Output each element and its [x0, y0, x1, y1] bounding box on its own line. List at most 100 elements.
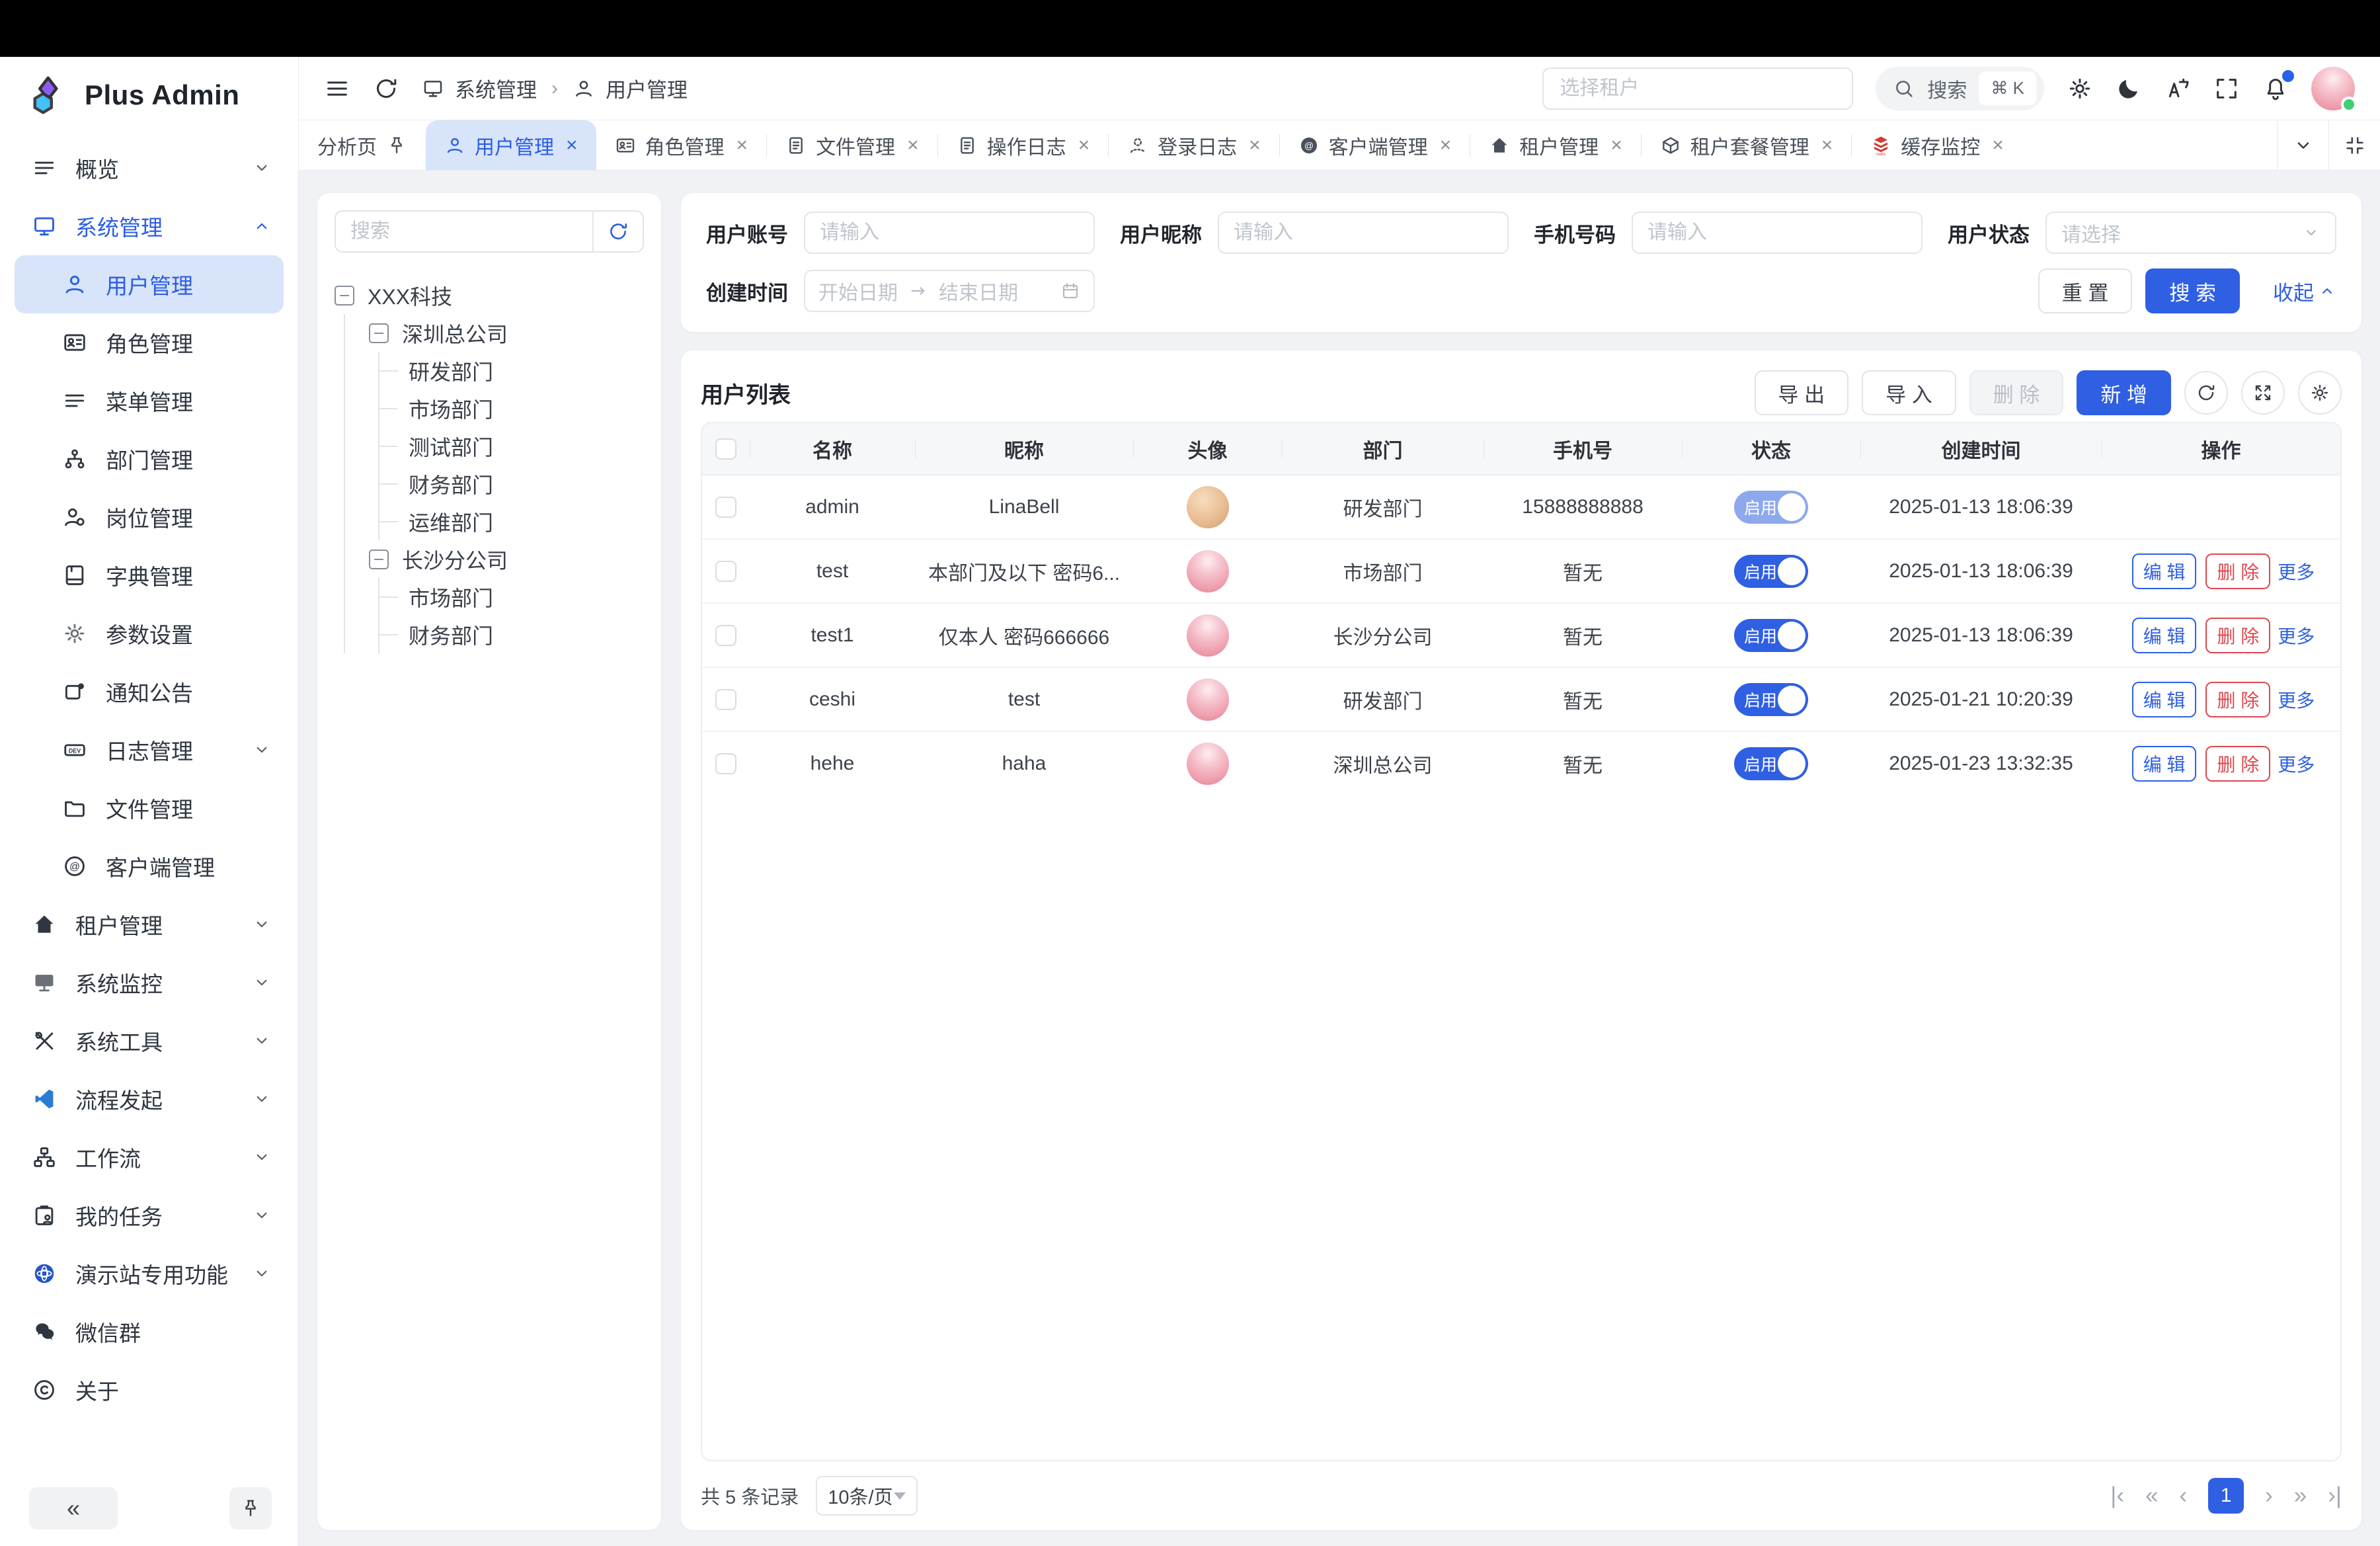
sidebar-item-post-mgmt[interactable]: 岗位管理 — [0, 488, 298, 546]
tab-tenant-mgmt[interactable]: 租户管理 × — [1470, 120, 1641, 170]
first-page-button[interactable]: |‹ — [2110, 1483, 2124, 1509]
sidebar-item-system-monitor[interactable]: 系统监控 — [0, 954, 298, 1012]
row-checkbox[interactable] — [715, 561, 736, 582]
close-icon[interactable]: × — [1078, 134, 1090, 157]
status-toggle[interactable]: 启用 — [1734, 683, 1808, 716]
sidebar-item-my-tasks[interactable]: 我的任务 — [0, 1186, 298, 1244]
nickname-input[interactable] — [1218, 212, 1509, 254]
delete-row-button[interactable]: 删 除 — [2205, 618, 2270, 653]
close-icon[interactable]: × — [1821, 134, 1833, 157]
fullscreen-icon[interactable] — [2213, 75, 2240, 102]
sidebar-item-log-mgmt[interactable]: 日志管理 — [0, 721, 298, 779]
delete-row-button[interactable]: 删 除 — [2205, 553, 2270, 589]
breadcrumb-section[interactable]: 系统管理 — [455, 73, 537, 103]
tab-analysis[interactable]: 分析页 — [299, 120, 426, 170]
status-toggle[interactable]: 启用 — [1734, 619, 1808, 652]
tree-node-leaf[interactable]: 财务部门 — [379, 465, 644, 503]
collapse-filters-link[interactable]: 收起 — [2273, 276, 2336, 306]
global-search-button[interactable]: 搜索 ⌘ K — [1876, 67, 2044, 110]
sidebar-item-overview[interactable]: 概览 — [0, 139, 298, 197]
sidebar-item-tenant-mgmt[interactable]: 租户管理 — [0, 895, 298, 954]
sidebar-item-system-mgmt[interactable]: 系统管理 — [0, 197, 298, 255]
tab-role-mgmt[interactable]: 角色管理 × — [596, 120, 767, 170]
status-toggle[interactable]: 启用 — [1734, 747, 1808, 780]
tab-tenant-package-mgmt[interactable]: 租户套餐管理 × — [1642, 120, 1852, 170]
tree-refresh-button[interactable] — [592, 212, 643, 251]
pin-icon[interactable] — [386, 135, 407, 156]
tab-list-dropdown-button[interactable] — [2277, 120, 2328, 170]
reset-button[interactable]: 重 置 — [2038, 268, 2133, 313]
add-button[interactable]: 新 增 — [2077, 370, 2171, 415]
status-select[interactable]: 请选择 — [2045, 212, 2336, 254]
edit-button[interactable]: 编 辑 — [2132, 618, 2197, 653]
sidebar-item-about[interactable]: 关于 — [0, 1361, 298, 1419]
sidebar-item-demo-features[interactable]: 演示站专用功能 — [0, 1244, 298, 1303]
user-avatar[interactable] — [2311, 67, 2355, 110]
dark-mode-moon-icon[interactable] — [2116, 75, 2142, 102]
delete-row-button[interactable]: 删 除 — [2205, 746, 2270, 782]
tab-operation-log[interactable]: 操作日志 × — [938, 120, 1109, 170]
edit-button[interactable]: 编 辑 — [2132, 746, 2197, 782]
close-icon[interactable]: × — [907, 134, 919, 157]
row-checkbox[interactable] — [715, 497, 736, 518]
tree-node-leaf[interactable]: 运维部门 — [379, 503, 644, 540]
close-icon[interactable]: × — [1249, 134, 1261, 157]
sidebar-collapse-button[interactable]: « — [29, 1487, 118, 1529]
more-button[interactable]: 更多 — [2278, 754, 2315, 775]
expand-table-button[interactable] — [2241, 371, 2285, 415]
tab-login-log[interactable]: 登录日志 × — [1109, 120, 1279, 170]
status-toggle[interactable]: 启用 — [1734, 555, 1808, 588]
delete-button[interactable]: 删 除 — [1969, 370, 2064, 415]
prev-page-button[interactable]: ‹ — [2179, 1483, 2187, 1509]
sidebar-item-file-mgmt[interactable]: 文件管理 — [0, 779, 298, 837]
import-button[interactable]: 导 入 — [1862, 370, 1956, 415]
table-settings-button[interactable] — [2298, 371, 2342, 415]
next-group-button[interactable]: » — [2294, 1483, 2307, 1509]
delete-row-button[interactable]: 删 除 — [2205, 682, 2270, 717]
export-button[interactable]: 导 出 — [1755, 370, 1849, 415]
tab-user-mgmt[interactable]: 用户管理 × — [426, 120, 596, 170]
more-button[interactable]: 更多 — [2278, 626, 2315, 647]
sidebar-item-process-start[interactable]: 流程发起 — [0, 1070, 298, 1128]
language-icon[interactable] — [2164, 75, 2191, 102]
tree-node-leaf[interactable]: 财务部门 — [379, 616, 644, 653]
tree-collapse-icon[interactable] — [369, 549, 389, 569]
close-icon[interactable]: × — [566, 134, 578, 157]
tree-node-branch[interactable]: 长沙分公司 — [369, 540, 644, 578]
account-input[interactable] — [804, 212, 1095, 254]
sidebar-item-menu-mgmt[interactable]: 菜单管理 — [0, 372, 298, 430]
more-button[interactable]: 更多 — [2278, 690, 2315, 711]
tree-node-root[interactable]: XXX科技 — [335, 276, 644, 314]
sidebar-item-param-settings[interactable]: 参数设置 — [0, 604, 298, 663]
tree-collapse-icon[interactable] — [369, 323, 389, 343]
close-icon[interactable]: × — [1610, 134, 1622, 157]
tenant-select-input[interactable] — [1542, 67, 1853, 110]
close-icon[interactable]: × — [736, 134, 748, 157]
refresh-icon[interactable] — [373, 75, 399, 102]
close-icon[interactable]: × — [1992, 134, 2004, 157]
sidebar-item-role-mgmt[interactable]: 角色管理 — [0, 313, 298, 372]
status-toggle[interactable]: 启用 — [1734, 491, 1808, 524]
prev-group-button[interactable]: « — [2145, 1483, 2158, 1509]
tree-search-input[interactable] — [336, 212, 592, 251]
tree-node-leaf[interactable]: 市场部门 — [379, 578, 644, 616]
breadcrumb-page[interactable]: 用户管理 — [606, 73, 688, 103]
current-page[interactable]: 1 — [2208, 1478, 2244, 1514]
last-page-button[interactable]: ›| — [2328, 1483, 2342, 1509]
sidebar-pin-button[interactable] — [229, 1487, 272, 1529]
app-logo[interactable]: Plus Admin — [0, 57, 298, 134]
tree-collapse-icon[interactable] — [335, 286, 354, 305]
tree-node-branch[interactable]: 深圳总公司 — [369, 314, 644, 352]
hamburger-menu-icon[interactable] — [324, 75, 350, 102]
row-checkbox[interactable] — [715, 689, 736, 710]
close-icon[interactable]: × — [1440, 134, 1452, 157]
date-range-picker[interactable]: 开始日期 结束日期 — [804, 270, 1095, 312]
gear-icon[interactable] — [2067, 75, 2093, 102]
tab-client-mgmt[interactable]: 客户端管理 × — [1280, 120, 1470, 170]
sidebar-item-workflow[interactable]: 工作流 — [0, 1128, 298, 1186]
tree-node-leaf[interactable]: 研发部门 — [379, 352, 644, 389]
phone-input[interactable] — [1632, 212, 1923, 254]
edit-button[interactable]: 编 辑 — [2132, 682, 2197, 717]
sidebar-item-notice[interactable]: 通知公告 — [0, 663, 298, 721]
page-size-select[interactable]: 10条/页 — [816, 1476, 918, 1516]
